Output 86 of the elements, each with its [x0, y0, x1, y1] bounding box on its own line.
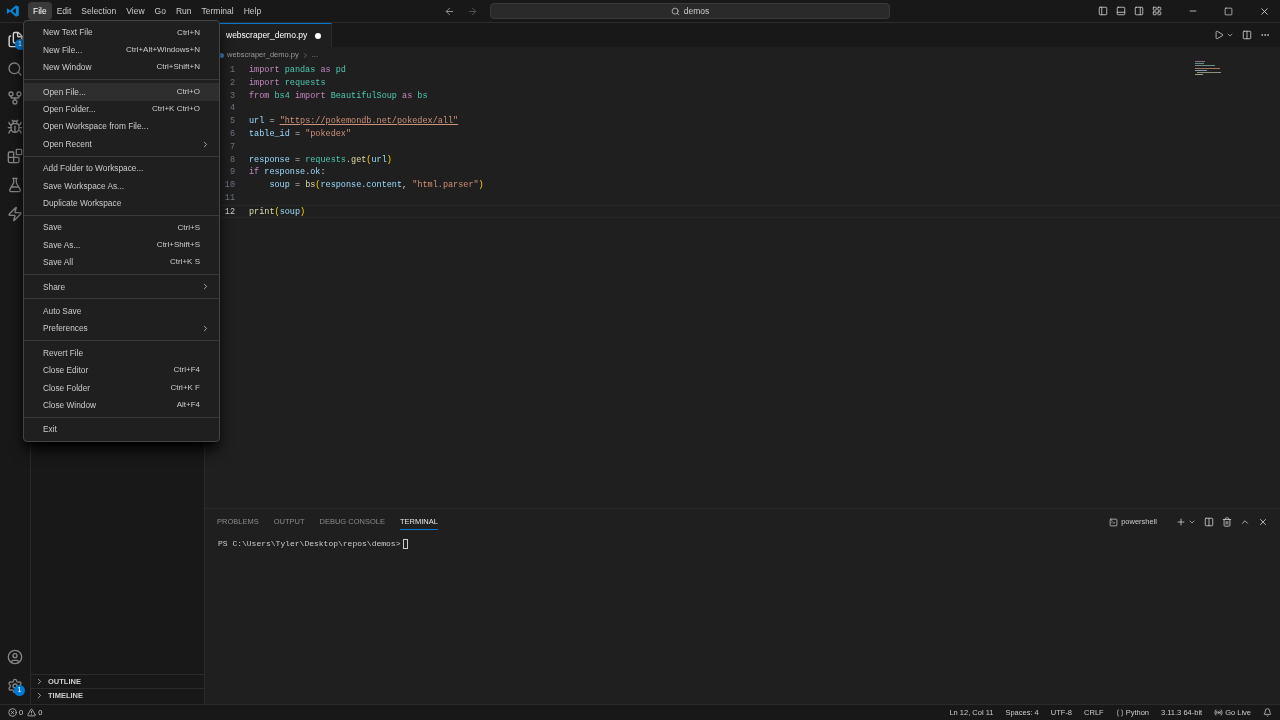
code-line: print(soup)	[249, 205, 306, 217]
menu-item[interactable]: File	[28, 2, 52, 20]
line-number: 2	[228, 76, 235, 90]
menu-entry[interactable]: Preferences	[24, 319, 219, 338]
lightning-icon[interactable]	[7, 206, 23, 222]
menu-item[interactable]: Terminal	[196, 2, 239, 20]
debug-icon[interactable]	[7, 119, 23, 135]
extensions-icon[interactable]	[7, 148, 23, 164]
menu-entry[interactable]: Save Workspace As...	[24, 177, 219, 195]
layout-icon[interactable]	[1152, 6, 1162, 16]
maximize-icon[interactable]	[1224, 6, 1233, 16]
line-number: 5	[228, 115, 235, 128]
menu-entry[interactable]: New Window Ctrl+Shift+N	[24, 58, 219, 77]
code-line: url = "https://pokemondb.net/pokedex/all"	[249, 115, 459, 128]
panel-right-icon[interactable]	[1134, 6, 1144, 16]
run-icon[interactable]	[1214, 30, 1224, 40]
menu-entry[interactable]: Revert File	[24, 344, 219, 362]
maximize-panel-icon[interactable]	[1240, 517, 1250, 527]
code-line: soup = bs(response.content, "html.parser")	[268, 179, 484, 192]
code-line: from bs4 import BeautifulSoup as bs	[249, 89, 428, 103]
split-editor-icon[interactable]	[1242, 30, 1252, 40]
menu-entry[interactable]: Open Folder... Ctrl+K Ctrl+O	[24, 100, 219, 118]
settings-icon[interactable]	[7, 678, 23, 694]
menu-item[interactable]: Run	[170, 2, 197, 20]
menu-entry[interactable]: Close Editor Ctrl+F4	[24, 361, 219, 380]
notifications-icon[interactable]	[1263, 708, 1272, 717]
menu-item[interactable]: Go	[149, 2, 171, 20]
app-logo-icon	[6, 4, 20, 18]
line-number: 12	[223, 205, 235, 217]
menu-entry[interactable]: Save All Ctrl+K S	[24, 253, 219, 272]
menu-item[interactable]: Selection	[76, 2, 122, 20]
workspace-name: demos	[683, 4, 710, 18]
chevron-down-icon[interactable]	[1226, 31, 1234, 39]
code-line: response = requests.get(url)	[249, 153, 392, 167]
menu-entry[interactable]: Add Folder to Workspace...	[24, 159, 219, 178]
menu-item[interactable]: View	[121, 2, 150, 20]
panel-bottom-icon[interactable]	[1116, 6, 1126, 16]
code-line: table_id = "pokedex"	[249, 128, 352, 141]
menu-item[interactable]: Edit	[51, 2, 77, 20]
line-number: 1	[228, 64, 235, 77]
line-number: 11	[223, 191, 235, 205]
line-number: 4	[228, 102, 235, 116]
flask-icon[interactable]	[7, 177, 23, 193]
menu-entry[interactable]: Open File... Ctrl+O	[24, 83, 219, 101]
terminal-prompt: PS C:\Users\Tyler\Desktop\repos\demos>	[218, 538, 401, 550]
error-icon[interactable]	[8, 708, 17, 717]
menu-entry[interactable]: Auto Save	[24, 302, 219, 320]
branch-icon[interactable]	[7, 90, 23, 106]
broadcast-icon	[1214, 708, 1224, 717]
menu-entry[interactable]: Exit	[24, 420, 219, 439]
close-icon[interactable]	[1258, 517, 1268, 527]
terminal-icon	[1109, 517, 1119, 527]
menu-entry[interactable]: Save Ctrl+S	[24, 218, 219, 237]
line-number: 3	[228, 89, 235, 103]
close-icon[interactable]	[1259, 5, 1270, 17]
menu-entry[interactable]: Open Recent	[24, 135, 219, 153]
menu-entry[interactable]: Open Workspace from File...	[24, 117, 219, 136]
line-number: 9	[228, 166, 235, 180]
menu-entry[interactable]: Duplicate Workspace	[24, 194, 219, 212]
menu-entry[interactable]: Save As... Ctrl+Shift+S	[24, 236, 219, 254]
terminal-cursor	[403, 539, 409, 549]
menu-entry[interactable]: Share	[24, 278, 219, 296]
chevron-down-icon[interactable]	[1188, 518, 1196, 526]
trash-icon[interactable]	[1222, 517, 1232, 527]
panel-left-icon[interactable]	[1098, 6, 1108, 16]
line-number: 8	[228, 153, 235, 167]
split-terminal-icon[interactable]	[1204, 517, 1214, 527]
line-number: 7	[228, 140, 235, 154]
line-number: 6	[228, 128, 235, 141]
chevron-icon	[301, 51, 309, 59]
back-icon[interactable]	[444, 5, 456, 17]
braces-icon	[1115, 708, 1124, 717]
menu-entry[interactable]: Close Folder Ctrl+K F	[24, 379, 219, 397]
line-number: 10	[223, 179, 235, 192]
account-icon[interactable]	[7, 649, 23, 665]
search-icon[interactable]	[7, 61, 23, 77]
code-line: import requests	[249, 76, 326, 90]
warning-icon[interactable]	[27, 708, 37, 717]
explorer-icon[interactable]	[6, 31, 24, 48]
menu-item[interactable]: Help	[238, 2, 267, 20]
search-icon	[670, 6, 680, 16]
code-line: if response.ok:	[249, 166, 326, 180]
menu-entry[interactable]: Close Window Alt+F4	[24, 396, 219, 414]
code-line: import pandas as pd	[249, 64, 346, 77]
add-icon[interactable]	[1176, 517, 1186, 527]
command-center[interactable]: demos	[490, 3, 891, 19]
